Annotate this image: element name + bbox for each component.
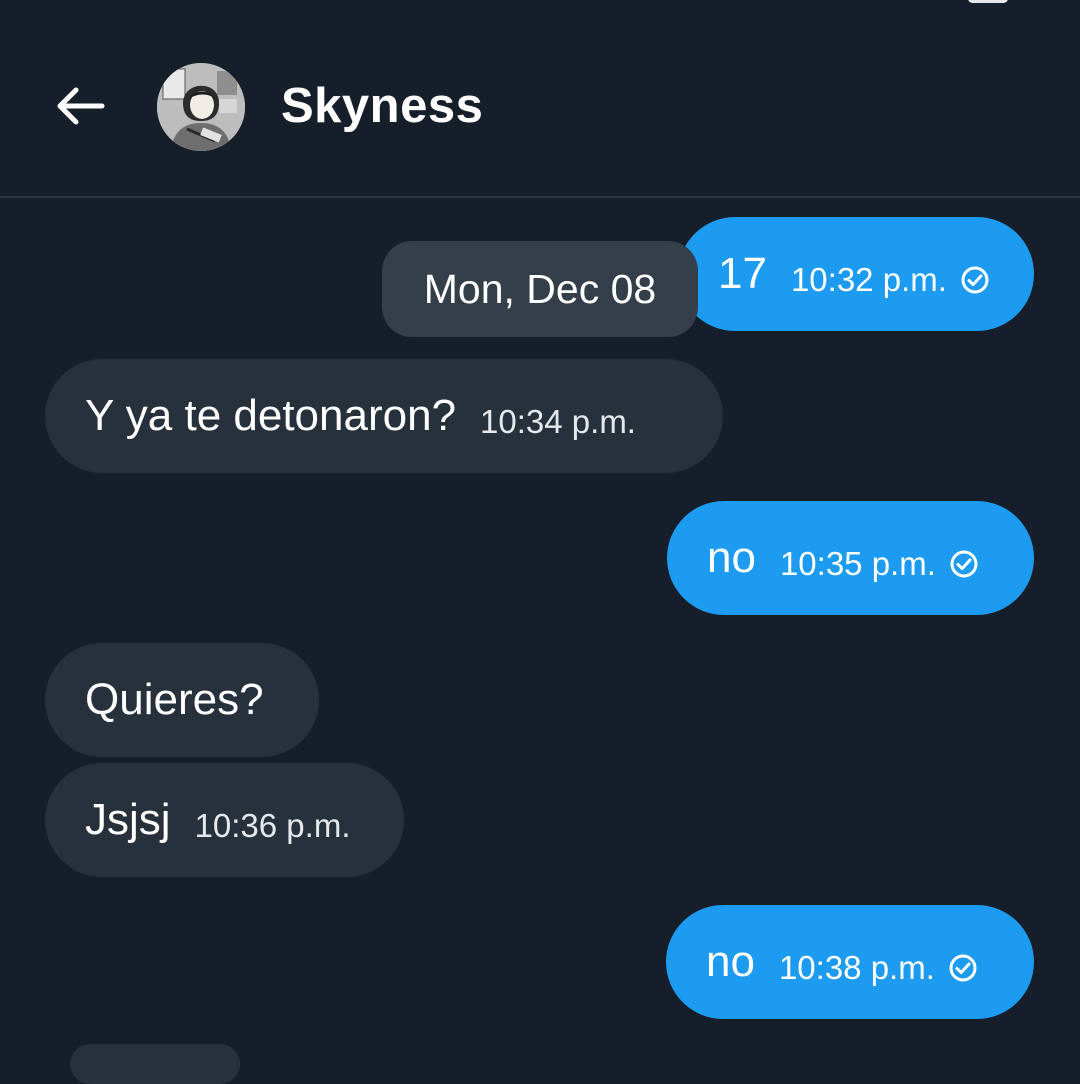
message-text: 17 xyxy=(718,249,767,298)
message-text: no xyxy=(707,533,756,582)
contact-name[interactable]: Skyness xyxy=(281,78,483,134)
check-circle-icon xyxy=(949,954,977,982)
message-timestamp: 10:34 p.m. xyxy=(480,403,636,440)
message-text: no xyxy=(706,937,755,986)
check-circle-icon xyxy=(961,266,989,294)
message-timestamp: 10:32 p.m. xyxy=(790,261,947,298)
message-text: Quieres? xyxy=(85,675,264,724)
message-bubble-incoming-partial[interactable] xyxy=(70,1044,240,1084)
status-bar-fragment xyxy=(968,0,1008,3)
conversation-header: Skyness xyxy=(0,0,1080,198)
message-text: Y ya te detonaron? xyxy=(85,391,457,440)
message-bubble-incoming[interactable]: Jsjsj 10:36 p.m. xyxy=(45,763,404,877)
message-bubble-outgoing[interactable]: no 10:35 p.m. xyxy=(667,501,1034,615)
message-bubble-incoming[interactable]: Y ya te detonaron? 10:34 p.m. xyxy=(45,359,723,473)
date-separator: Mon, Dec 08 xyxy=(382,241,698,337)
message-timestamp: 10:36 p.m. xyxy=(194,807,351,844)
message-bubble-outgoing[interactable]: 17 10:32 p.m. xyxy=(678,217,1034,331)
message-bubble-outgoing[interactable]: no 10:38 p.m. xyxy=(666,905,1034,1019)
message-timestamp: 10:38 p.m. xyxy=(778,949,935,986)
message-timestamp: 10:35 p.m. xyxy=(779,545,936,582)
message-bubble-incoming[interactable]: Quieres? xyxy=(45,643,319,757)
back-button[interactable] xyxy=(50,78,110,134)
arrow-left-icon xyxy=(57,87,105,125)
check-circle-icon xyxy=(950,550,978,578)
avatar[interactable] xyxy=(157,63,245,151)
avatar-illustration xyxy=(157,63,245,151)
message-text: Jsjsj xyxy=(85,795,171,844)
